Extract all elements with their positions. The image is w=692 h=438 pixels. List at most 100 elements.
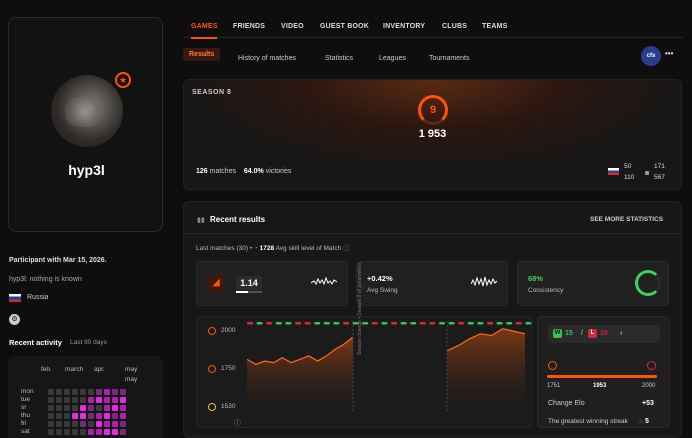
match-result-mark[interactable] (419, 322, 426, 325)
heatmap-cell[interactable] (88, 429, 94, 435)
match-result-mark[interactable] (314, 322, 321, 325)
match-result-mark[interactable] (515, 322, 522, 325)
tab-games[interactable]: GAMES (191, 23, 218, 30)
heatmap-cell[interactable] (80, 413, 86, 419)
match-result-mark[interactable] (285, 322, 292, 325)
heatmap-cell[interactable] (72, 405, 78, 411)
heatmap-cell[interactable] (96, 413, 102, 419)
heatmap-cell[interactable] (112, 389, 118, 395)
match-result-mark[interactable] (400, 322, 407, 325)
match-result-mark[interactable] (381, 322, 388, 325)
match-result-mark[interactable] (362, 322, 369, 325)
match-result-mark[interactable] (371, 322, 378, 325)
heatmap-cell[interactable] (72, 389, 78, 395)
heatmap-cell[interactable] (64, 429, 70, 435)
tab-teams[interactable]: TEAMS (482, 23, 508, 30)
heatmap-cell[interactable] (120, 421, 126, 427)
heatmap-cell[interactable] (104, 421, 110, 427)
heatmap-cell[interactable] (72, 413, 78, 419)
heatmap-cell[interactable] (112, 429, 118, 435)
subtab-leagues[interactable]: Leagues (373, 52, 412, 65)
info-icon[interactable]: ⓘ (343, 245, 350, 252)
match-result-mark[interactable] (266, 322, 273, 325)
heatmap-cell[interactable] (112, 397, 118, 403)
heatmap-cell[interactable] (104, 405, 110, 411)
heatmap-cell[interactable] (64, 405, 70, 411)
subtab-history[interactable]: History of matches (232, 52, 302, 65)
match-result-mark[interactable] (304, 322, 311, 325)
match-result-mark[interactable] (323, 322, 330, 325)
heatmap-cell[interactable] (56, 413, 62, 419)
heatmap-cell[interactable] (48, 397, 54, 403)
heatmap-cell[interactable] (104, 389, 110, 395)
match-result-mark[interactable] (247, 322, 253, 325)
match-result-mark[interactable] (467, 322, 474, 325)
heatmap-cell[interactable] (64, 389, 70, 395)
match-result-mark[interactable] (343, 322, 349, 325)
heatmap-cell[interactable] (48, 389, 54, 395)
heatmap-cell[interactable] (72, 429, 78, 435)
match-result-mark[interactable] (256, 322, 263, 325)
heatmap-cell[interactable] (48, 413, 54, 419)
match-result-mark[interactable] (352, 322, 359, 325)
heatmap-cell[interactable] (112, 413, 118, 419)
heatmap-cell[interactable] (88, 421, 94, 427)
heatmap-cell[interactable] (56, 405, 62, 411)
heatmap-cell[interactable] (96, 421, 102, 427)
match-result-mark[interactable] (275, 322, 282, 325)
chevron-right-icon[interactable]: › (620, 330, 622, 337)
heatmap-cell[interactable] (104, 429, 110, 435)
match-result-mark[interactable] (295, 322, 301, 325)
heatmap-cell[interactable] (80, 421, 86, 427)
heatmap-cell[interactable] (64, 413, 70, 419)
heatmap-cell[interactable] (112, 421, 118, 427)
avatar[interactable] (51, 75, 123, 147)
heatmap-cell[interactable] (64, 397, 70, 403)
match-result-mark[interactable] (458, 322, 465, 325)
match-result-mark[interactable] (525, 322, 532, 325)
heatmap-cell[interactable] (96, 405, 102, 411)
heatmap-cell[interactable] (120, 413, 126, 419)
match-result-mark[interactable] (448, 322, 455, 325)
heatmap-cell[interactable] (96, 429, 102, 435)
heatmap-cell[interactable] (104, 413, 110, 419)
heatmap-cell[interactable] (88, 405, 94, 411)
heatmap-cell[interactable] (120, 397, 126, 403)
heatmap-cell[interactable] (80, 405, 86, 411)
heatmap-cell[interactable] (48, 405, 54, 411)
match-result-mark[interactable] (487, 322, 493, 325)
heatmap-cell[interactable] (56, 389, 62, 395)
heatmap-cell[interactable] (80, 429, 86, 435)
more-menu-icon[interactable]: ••• (665, 49, 673, 58)
heatmap-cell[interactable] (112, 405, 118, 411)
heatmap-cell[interactable] (104, 397, 110, 403)
see-more-stats-link[interactable]: SEE MORE STATISTICS (590, 216, 663, 223)
heatmap-cell[interactable] (56, 397, 62, 403)
match-result-mark[interactable] (410, 322, 417, 325)
match-result-mark[interactable] (391, 322, 397, 325)
match-result-mark[interactable] (333, 322, 340, 325)
heatmap-cell[interactable] (72, 421, 78, 427)
tab-friends[interactable]: FRIENDS (233, 23, 265, 30)
heatmap-cell[interactable] (48, 421, 54, 427)
tab-clubs[interactable]: CLUBS (442, 23, 467, 30)
subtab-tournaments[interactable]: Tournaments (423, 52, 475, 65)
cfs-logo[interactable]: cfs (641, 46, 661, 66)
subtab-results[interactable]: Results (183, 48, 221, 61)
heatmap-cell[interactable] (72, 397, 78, 403)
tab-inventory[interactable]: INVENTORY (383, 23, 425, 30)
heatmap-cell[interactable] (120, 405, 126, 411)
info-icon[interactable]: ⓘ (234, 418, 241, 428)
heatmap-cell[interactable] (80, 397, 86, 403)
match-result-mark[interactable] (439, 322, 445, 325)
subtab-statistics[interactable]: Statistics (319, 52, 359, 65)
match-result-mark[interactable] (506, 322, 513, 325)
heatmap-cell[interactable] (88, 397, 94, 403)
match-result-mark[interactable] (477, 322, 484, 325)
tab-guest-book[interactable]: GUEST BOOK (320, 23, 369, 30)
heatmap-cell[interactable] (88, 413, 94, 419)
match-result-mark[interactable] (496, 322, 503, 325)
heatmap-cell[interactable] (96, 397, 102, 403)
heatmap-cell[interactable] (120, 389, 126, 395)
steam-icon[interactable]: ⚙ (9, 314, 20, 325)
